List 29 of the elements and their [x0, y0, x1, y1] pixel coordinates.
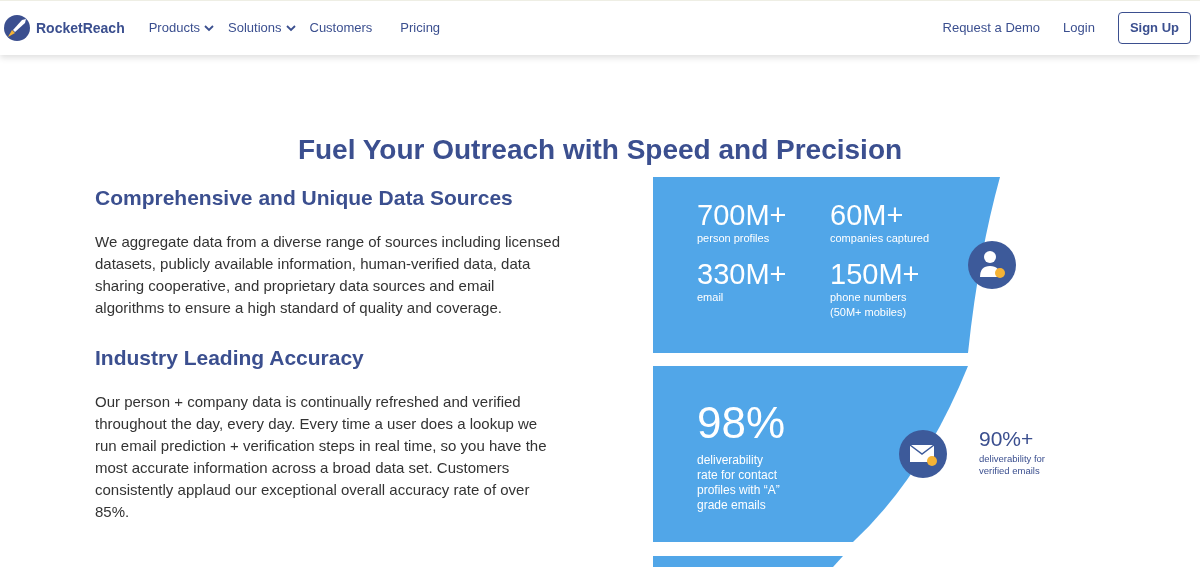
stat-value: 60M+ — [830, 199, 905, 231]
stat-value: 90%+ — [979, 427, 1035, 451]
stat-value: 98% — [697, 399, 786, 447]
stat-label: companies captured — [830, 231, 931, 246]
nav-link[interactable]: Request a Demo — [942, 18, 1041, 38]
section-paragraph: We aggregate data from a diverse range of sources including licensed datasets, publicly available information, human-verified data, data sharing cooperative, and proprietary data sources and email algorithms to ensure a high standard of quality and coverage. — [95, 232, 560, 318]
nav-link[interactable]: Customers — [309, 18, 373, 38]
chevron-down-icon — [204, 24, 214, 32]
stat-value: 330M+ — [697, 258, 788, 290]
person-add-icon — [968, 241, 1016, 289]
stat-label: person profiles — [697, 231, 771, 246]
nav-link[interactable]: Products — [148, 18, 214, 38]
stat-value: 150M+ — [830, 258, 921, 290]
nav-link[interactable]: Login — [1063, 18, 1095, 38]
nav-link[interactable]: Pricing — [400, 18, 441, 38]
stat-label: phone numbers (50M+ mobiles) — [830, 290, 908, 320]
section-heading: Comprehensive and Unique Data Sources — [95, 185, 514, 211]
stat-label: deliverability for verified emails — [979, 453, 1045, 477]
section-heading: Industry Leading Accuracy — [95, 345, 365, 371]
envelope-check-icon — [899, 430, 947, 478]
logo-link[interactable]: RocketReach — [4, 15, 125, 41]
chevron-down-icon — [285, 24, 296, 32]
stat-label: deliverability rate for contact profiles with “A” grade emails — [697, 453, 781, 513]
stat-label: email — [697, 290, 725, 305]
sign-up-button[interactable]: Sign Up — [1117, 12, 1191, 44]
page-heading: Fuel Your Outreach with Speed and Precision — [296, 133, 904, 167]
nav-link[interactable]: Solutions — [228, 18, 296, 38]
section-paragraph: Our person + company data is continually refreshed and verified throughout the day, every day. Every time a user does a lookup we run email prediction + verification steps in real time, so you have the most accurate information across a broad data set. Customers consistently applaud our exceptional overall accuracy rate of over 85%. — [95, 392, 548, 522]
stat-value: 700M+ — [697, 199, 788, 231]
